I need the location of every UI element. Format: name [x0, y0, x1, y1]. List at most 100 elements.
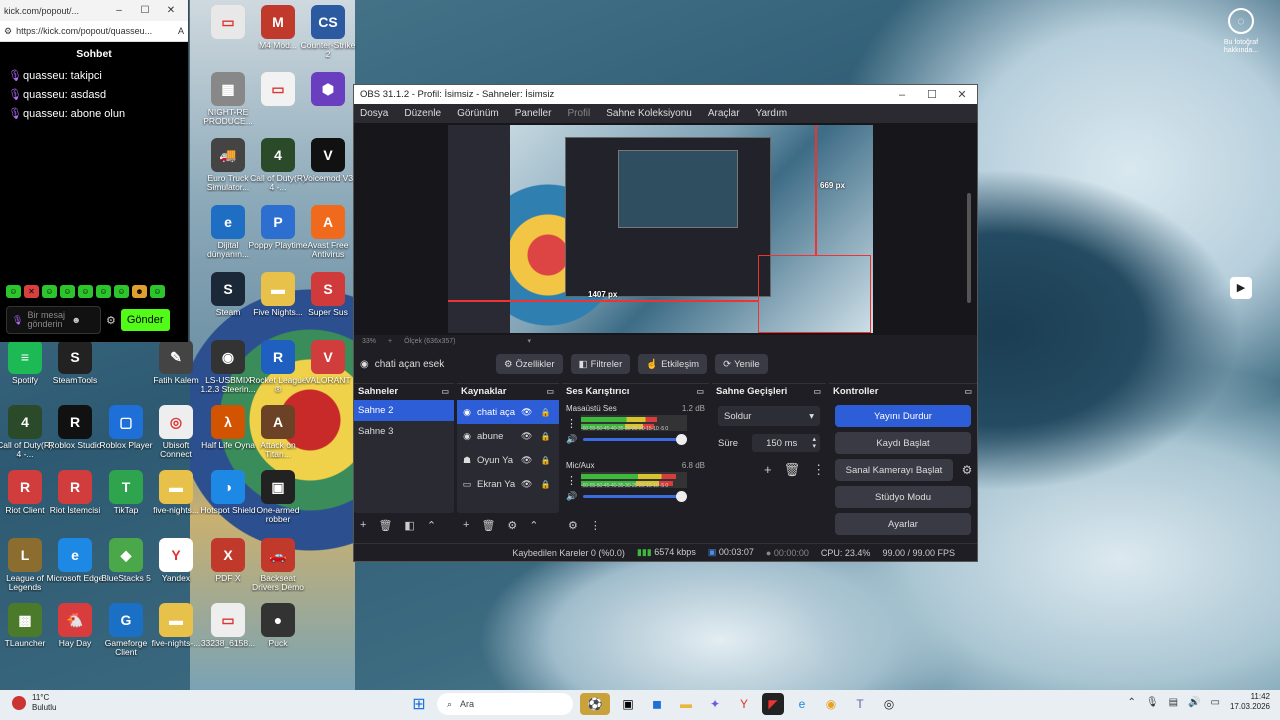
clock[interactable]: 11:42 17.03.2026 — [1230, 692, 1270, 712]
chrome-icon[interactable]: ◉ — [820, 693, 842, 715]
emote-icon[interactable]: ☺ — [96, 285, 111, 298]
menu-item[interactable]: Düzenle — [404, 108, 441, 119]
zoom-in-icon[interactable]: + — [388, 338, 392, 345]
add-icon[interactable]: + — [764, 462, 772, 478]
chat-address-bar[interactable]: ⚙ https://kick.com/popout/quasseu... A — [0, 21, 188, 42]
mic-icon[interactable]: 🎙 — [1146, 697, 1159, 708]
scene-item[interactable]: Sahne 2 — [354, 400, 454, 421]
obs-icon[interactable]: ◎ — [878, 693, 900, 715]
chat-username[interactable]: quasseu: — [23, 108, 68, 120]
chat-message-input[interactable]: 🎙 Bir mesaj gönderin ☻ — [6, 306, 101, 334]
emote-icon[interactable]: ☻ — [132, 285, 147, 298]
desktop-icon[interactable]: ⬢ — [298, 72, 358, 108]
desktop-icon[interactable]: A Attack on Titan... — [248, 405, 308, 459]
lock-icon[interactable]: 🔒 — [540, 480, 550, 489]
desktop-icon[interactable]: ◎ Ubisoft Connect — [146, 405, 206, 459]
trash-icon[interactable]: 🗑 — [784, 462, 801, 478]
more-icon[interactable]: ⋮ — [566, 474, 577, 487]
desktop-icon[interactable]: V Voicemod V3 — [298, 138, 358, 183]
stop-streaming-button[interactable]: Yayını Durdur — [835, 405, 971, 427]
refresh-button[interactable]: ⟳ Yenile — [715, 354, 768, 374]
chevron-up-icon[interactable]: ⌃ — [529, 519, 538, 532]
desktop-icon[interactable]: S Super Sus — [298, 272, 358, 317]
emote-icon[interactable]: ✕ — [24, 285, 39, 298]
photo-info-icon[interactable]: ◌ — [1228, 8, 1254, 34]
trash-icon[interactable]: 🗑 — [481, 519, 495, 532]
start-recording-button[interactable]: Kaydı Başlat — [835, 432, 971, 454]
emote-icon[interactable]: ☺ — [78, 285, 93, 298]
scene-item[interactable]: Sahne 3 — [354, 421, 454, 442]
lock-icon[interactable]: 🔒 — [540, 456, 550, 465]
jetbrains-icon[interactable]: ◤ — [762, 693, 784, 715]
menu-item[interactable]: Dosya — [360, 108, 388, 119]
battery-icon[interactable]: ▭ — [1211, 697, 1220, 708]
desktop-icon[interactable]: 🚗 Backseat Drivers Demo — [248, 538, 308, 592]
minimize-icon[interactable]: – — [887, 89, 917, 101]
emote-icon[interactable]: ☺ — [114, 285, 129, 298]
duration-input[interactable]: 150 ms ▴ ▾ — [752, 434, 820, 452]
desktop-icon[interactable]: V VALORANT — [298, 340, 358, 385]
menu-item[interactable]: Profil — [567, 108, 590, 119]
weather-widget[interactable]: 11°C Bulutlu — [12, 693, 56, 713]
menu-item[interactable]: Yardım — [756, 108, 788, 119]
teams-icon[interactable]: T — [849, 693, 871, 715]
chat-username[interactable]: quasseu: — [23, 89, 68, 101]
speaker-icon[interactable]: 🔊 — [566, 434, 577, 445]
gear-icon[interactable]: ⚙ — [507, 519, 517, 532]
more-icon[interactable]: ⋮ — [566, 417, 577, 430]
interact-button[interactable]: ☝ Etkileşim — [638, 354, 708, 374]
eye-icon[interactable]: 👁 — [521, 431, 532, 442]
yandex-icon[interactable]: Y — [733, 693, 755, 715]
source-item[interactable]: ◉ abune 👁 🔒 — [457, 424, 559, 448]
settings-button[interactable]: Ayarlar — [835, 513, 971, 535]
emote-icon[interactable]: ☺ — [42, 285, 57, 298]
store-icon[interactable]: ◼ — [646, 693, 668, 715]
chevron-up-icon[interactable]: ⌃ — [427, 519, 436, 532]
emoji-icon[interactable]: ☻ — [71, 315, 80, 325]
filters-button[interactable]: ◧ Filtreler — [570, 354, 631, 374]
mixer-settings-icon[interactable]: ⚙ — [568, 519, 578, 532]
desktop-icon[interactable]: CS Counter-Strike 2 — [298, 5, 358, 59]
studio-mode-button[interactable]: Stüdyo Modu — [835, 486, 971, 508]
source-item[interactable]: ▭ Ekran Ya 👁 🔒 — [457, 472, 559, 496]
chat-settings-icon[interactable]: ⚙ — [106, 314, 116, 327]
chevron-down-icon[interactable]: ▾ — [527, 337, 531, 345]
desktop-icon[interactable]: ▬ five-nights... — [146, 470, 206, 515]
scale-label[interactable]: Ölçek (636x357) — [404, 338, 455, 345]
desktop-icon[interactable]: ▬ five-nights-... — [146, 603, 206, 648]
menu-item[interactable]: Sahne Koleksiyonu — [606, 108, 692, 119]
send-button[interactable]: Gönder — [120, 309, 170, 331]
transition-select[interactable]: Soldur ▾ — [718, 406, 820, 426]
source-item[interactable]: ☗ Oyun Ya 👁 🔒 — [457, 448, 559, 472]
volume-slider[interactable] — [583, 491, 688, 502]
eye-icon[interactable]: 👁 — [521, 455, 532, 466]
game-icon[interactable]: ⚽ — [580, 693, 610, 715]
source-item[interactable]: ◉ chati aça 👁 🔒 — [457, 400, 559, 424]
volume-slider[interactable] — [583, 434, 688, 445]
maximize-icon[interactable]: ☐ — [132, 5, 158, 16]
close-icon[interactable]: ✕ — [947, 88, 977, 101]
task-view-icon[interactable]: ▣ — [617, 693, 639, 715]
source-selection-box[interactable] — [758, 255, 871, 333]
emote-icon[interactable]: ☺ — [150, 285, 165, 298]
lock-icon[interactable]: 🔒 — [540, 432, 550, 441]
volume-slider-knob[interactable] — [676, 434, 688, 445]
minimize-icon[interactable]: – — [106, 5, 132, 16]
file-explorer-icon[interactable]: ▬ — [675, 693, 697, 715]
network-icon[interactable]: ▤ — [1169, 697, 1178, 708]
emote-icon[interactable]: ☺ — [60, 285, 75, 298]
menu-item[interactable]: Görünüm — [457, 108, 499, 119]
close-icon[interactable]: ✕ — [158, 5, 184, 16]
more-icon[interactable]: ⋮ — [590, 519, 601, 532]
gear-icon[interactable]: ⚙ — [957, 463, 977, 477]
taskbar-search[interactable]: ⌕ Ara — [437, 693, 573, 715]
preview-canvas[interactable]: 669 px 1407 px — [448, 125, 873, 333]
trash-icon[interactable]: 🗑 — [378, 519, 392, 532]
popout-icon[interactable]: ▭ — [964, 387, 972, 396]
desktop-icon[interactable]: A Avast Free Antivirus — [298, 205, 358, 259]
desktop-icon[interactable]: ● Puck — [248, 603, 308, 648]
copilot-icon[interactable]: ✦ — [704, 693, 726, 715]
more-icon[interactable]: ⋮ — [812, 462, 825, 478]
site-info-icon[interactable]: ⚙ — [4, 26, 12, 37]
emote-icon[interactable]: ☺ — [6, 285, 21, 298]
